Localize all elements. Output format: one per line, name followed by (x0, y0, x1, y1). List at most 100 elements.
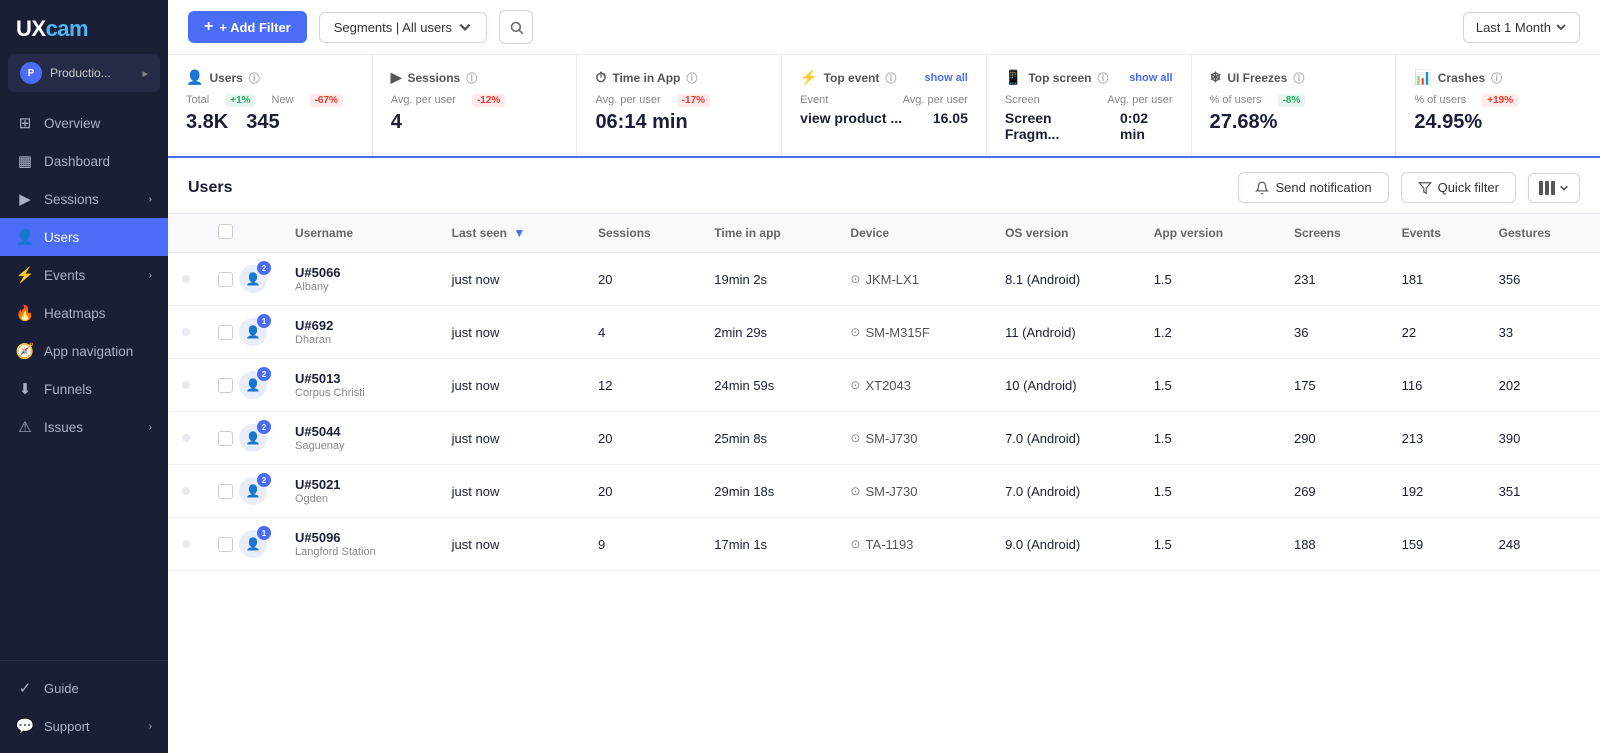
env-label: Productio... (50, 66, 134, 80)
user-id: U#5044 (295, 424, 424, 439)
sidebar-bottom: ✓ Guide 💬 Support › (0, 660, 168, 753)
row-username[interactable]: U#5066 Albany (281, 253, 438, 306)
row-checkbox[interactable] (218, 378, 233, 393)
table-row[interactable]: 👤 2 U#5013 Corpus Christi just now 12 24… (168, 359, 1600, 412)
sidebar-item-sessions[interactable]: ▶ Sessions › (0, 180, 168, 218)
show-all-link[interactable]: show all (1129, 72, 1172, 84)
stat-title-label: Users (209, 71, 242, 85)
col-events-header[interactable]: Events (1388, 214, 1485, 253)
table-row[interactable]: 👤 2 U#5021 Ogden just now 20 29min 18s ⊙… (168, 465, 1600, 518)
row-screens: 175 (1280, 359, 1388, 412)
col-gestures-header[interactable]: Gestures (1485, 214, 1600, 253)
row-app-version: 1.5 (1140, 412, 1280, 465)
row-checkbox-cell[interactable]: 👤 1 (204, 306, 281, 359)
info-icon[interactable]: ⓘ (686, 70, 697, 86)
col-device-header[interactable]: Device (836, 214, 991, 253)
topbar: + + Add Filter Segments | All users Last… (168, 0, 1600, 55)
stat-card-sessions: ▶ Sessions ⓘ Avg. per user -12% 4 (373, 55, 578, 156)
info-icon[interactable]: ⓘ (885, 70, 896, 86)
row-gestures: 33 (1485, 306, 1600, 359)
col-screens-header[interactable]: Screens (1280, 214, 1388, 253)
sidebar-item-funnels[interactable]: ⬇ Funnels (0, 370, 168, 408)
row-time-in-app: 2min 29s (700, 306, 836, 359)
info-icon[interactable]: ⓘ (1491, 70, 1502, 86)
table-row[interactable]: 👤 2 U#5066 Albany just now 20 19min 2s ⊙… (168, 253, 1600, 306)
time_in_app-icon: ⏱ (595, 69, 606, 86)
col-checkbox-header[interactable] (204, 214, 281, 253)
search-button[interactable] (499, 10, 533, 44)
row-username[interactable]: U#5013 Corpus Christi (281, 359, 438, 412)
row-checkbox-cell[interactable]: 👤 2 (204, 253, 281, 306)
add-filter-button[interactable]: + + Add Filter (188, 11, 307, 43)
table-row[interactable]: 👤 2 U#5044 Saguenay just now 20 25min 8s… (168, 412, 1600, 465)
row-sessions: 4 (584, 306, 700, 359)
heatmaps-icon: 🔥 (16, 304, 34, 322)
env-switcher[interactable]: P Productio... ▸ (8, 54, 160, 92)
sidebar-item-users[interactable]: 👤 Users (0, 218, 168, 256)
row-username[interactable]: U#5044 Saguenay (281, 412, 438, 465)
date-range-label: Last 1 Month (1476, 20, 1551, 35)
row-checkbox-cell[interactable]: 👤 1 (204, 518, 281, 571)
stat-value1: 24.95% (1414, 111, 1482, 134)
date-range-selector[interactable]: Last 1 Month (1463, 12, 1580, 43)
row-time-in-app: 25min 8s (700, 412, 836, 465)
show-all-link[interactable]: show all (924, 72, 967, 84)
user-id: U#692 (295, 318, 424, 333)
quick-filter-button[interactable]: Quick filter (1401, 172, 1516, 203)
columns-toggle-button[interactable] (1528, 173, 1580, 203)
user-id: U#5013 (295, 371, 424, 386)
sidebar-item-issues[interactable]: ⚠ Issues › (0, 408, 168, 446)
row-username[interactable]: U#5021 Ogden (281, 465, 438, 518)
row-sessions: 12 (584, 359, 700, 412)
row-username[interactable]: U#5096 Langford Station (281, 518, 438, 571)
row-checkbox[interactable] (218, 325, 233, 340)
stats-bar: 👤 Users ⓘ Total +1% New -67% 3.8K 345 ▶ … (168, 55, 1600, 158)
row-checkbox-cell[interactable]: 👤 2 (204, 359, 281, 412)
stat-title-label: Crashes (1438, 71, 1485, 85)
sidebar-item-app-navigation[interactable]: 🧭 App navigation (0, 332, 168, 370)
row-time-in-app: 24min 59s (700, 359, 836, 412)
row-checkbox[interactable] (218, 537, 233, 552)
col-os-version-header[interactable]: OS version (991, 214, 1140, 253)
info-icon[interactable]: ⓘ (249, 70, 260, 86)
col-username-header[interactable]: Username (281, 214, 438, 253)
table-row[interactable]: 👤 1 U#692 Dharan just now 4 2min 29s ⊙ S… (168, 306, 1600, 359)
row-checkbox[interactable] (218, 484, 233, 499)
sidebar-item-dashboard[interactable]: ▦ Dashboard (0, 142, 168, 180)
info-icon[interactable]: ⓘ (1293, 70, 1304, 86)
user-id: U#5096 (295, 530, 424, 545)
user-avatar: 👤 1 (239, 318, 267, 346)
row-checkbox-cell[interactable]: 👤 2 (204, 412, 281, 465)
row-checkbox-cell[interactable]: 👤 2 (204, 465, 281, 518)
user-badge: 2 (257, 420, 271, 434)
sidebar: UXcam P Productio... ▸ ⊞ Overview ▦ Dash… (0, 0, 168, 753)
row-last-seen: just now (438, 412, 584, 465)
sidebar-item-label: Support (44, 719, 139, 734)
info-icon[interactable]: ⓘ (466, 70, 477, 86)
col-time-in-app-header[interactable]: Time in app (700, 214, 836, 253)
row-device: ⊙ SM-M315F (836, 306, 991, 359)
quick-filter-label: Quick filter (1438, 180, 1499, 195)
row-checkbox[interactable] (218, 431, 233, 446)
user-badge: 2 (257, 473, 271, 487)
segments-label: Segments | All users (334, 20, 452, 35)
info-icon[interactable]: ⓘ (1097, 70, 1108, 86)
stat-value1: 06:14 min (595, 111, 687, 134)
row-checkbox[interactable] (218, 272, 233, 287)
sidebar-item-events[interactable]: ⚡ Events › (0, 256, 168, 294)
row-events: 181 (1388, 253, 1485, 306)
row-username[interactable]: U#692 Dharan (281, 306, 438, 359)
col-last-seen-header[interactable]: Last seen ▼ (438, 214, 584, 253)
app-navigation-icon: 🧭 (16, 342, 34, 360)
sidebar-item-support[interactable]: 💬 Support › (0, 707, 168, 745)
col-sessions-header[interactable]: Sessions (584, 214, 700, 253)
sidebar-item-heatmaps[interactable]: 🔥 Heatmaps (0, 294, 168, 332)
sidebar-item-guide[interactable]: ✓ Guide (0, 669, 168, 707)
table-row[interactable]: 👤 1 U#5096 Langford Station just now 9 1… (168, 518, 1600, 571)
stat-title-label: Sessions (408, 71, 461, 85)
stat-sub1-label: % of users (1210, 94, 1262, 106)
col-app-version-header[interactable]: App version (1140, 214, 1280, 253)
sidebar-item-overview[interactable]: ⊞ Overview (0, 104, 168, 142)
segments-dropdown[interactable]: Segments | All users (319, 12, 487, 43)
send-notification-button[interactable]: Send notification (1238, 172, 1388, 203)
